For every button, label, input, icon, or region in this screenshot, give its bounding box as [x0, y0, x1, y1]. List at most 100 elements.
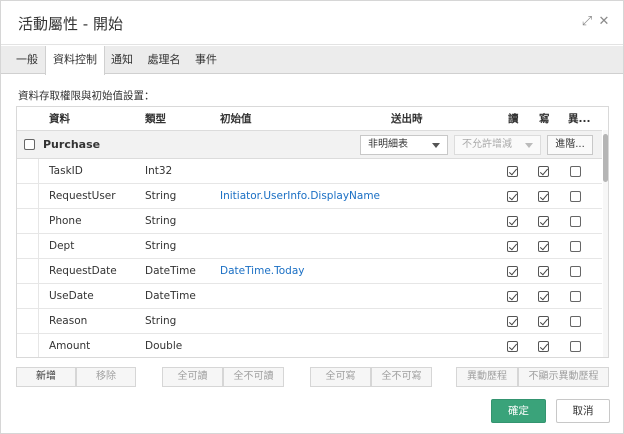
row-gutter — [17, 259, 39, 284]
row-type: Int32 — [145, 165, 173, 177]
row-gutter — [17, 284, 39, 309]
change-history-button[interactable]: 異動歷程 — [456, 367, 518, 387]
table-row[interactable]: RequestDate DateTime DateTime.Today — [17, 259, 602, 284]
section-label: 資料存取權限與初始值設置： — [18, 90, 155, 102]
table-row[interactable]: TaskID Int32 — [17, 159, 602, 184]
none-writable-button[interactable]: 全不可寫 — [371, 367, 432, 387]
table-row[interactable]: UseDate DateTime — [17, 284, 602, 309]
table-row[interactable]: Dept String — [17, 234, 602, 259]
row-initial[interactable]: DateTime.Today — [220, 265, 305, 277]
change-checkbox[interactable] — [570, 266, 581, 277]
scrollbar-thumb[interactable] — [603, 134, 608, 182]
add-button[interactable]: 新增 — [16, 367, 76, 387]
row-gutter — [17, 209, 39, 234]
header-write: 寫 — [539, 113, 550, 125]
row-name: RequestDate — [49, 265, 117, 277]
write-checkbox[interactable] — [538, 316, 549, 327]
header-send: 送出時 — [391, 113, 423, 125]
change-checkbox[interactable] — [570, 341, 581, 352]
write-checkbox[interactable] — [538, 341, 549, 352]
chevron-down-icon — [525, 143, 533, 148]
group-name: Purchase — [43, 138, 101, 151]
table-header: 資料 類型 初始值 送出時 讀 寫 異... — [17, 107, 608, 130]
table-row[interactable]: Reason String — [17, 309, 602, 334]
row-type: String — [145, 215, 177, 227]
row-type: DateTime — [145, 290, 196, 302]
row-name: Phone — [49, 215, 82, 227]
header-initial: 初始值 — [220, 113, 252, 125]
remove-button[interactable]: 移除 — [76, 367, 136, 387]
read-checkbox[interactable] — [507, 216, 518, 227]
row-name: Dept — [49, 240, 75, 252]
header-read: 讀 — [508, 113, 519, 125]
read-checkbox[interactable] — [507, 266, 518, 277]
activity-properties-dialog: 活動屬性 - 開始 ⤢ ✕ 一般 資料控制 通知 處理名 事件 資料存取權限與初… — [0, 0, 624, 434]
row-name: UseDate — [49, 290, 94, 302]
row-type: Double — [145, 340, 183, 352]
advanced-button[interactable]: 進階... — [547, 135, 593, 155]
row-gutter — [17, 334, 39, 357]
change-checkbox[interactable] — [570, 241, 581, 252]
write-checkbox[interactable] — [538, 266, 549, 277]
chevron-down-icon — [432, 143, 440, 148]
change-checkbox[interactable] — [570, 166, 581, 177]
row-name: TaskID — [49, 165, 83, 177]
read-checkbox[interactable] — [507, 291, 518, 302]
read-checkbox[interactable] — [507, 241, 518, 252]
all-readable-button[interactable]: 全可讀 — [162, 367, 223, 387]
read-checkbox[interactable] — [507, 316, 518, 327]
change-checkbox[interactable] — [570, 191, 581, 202]
detail-table-select[interactable]: 非明細表 — [360, 135, 448, 155]
group-row-purchase: Purchase 非明細表 不允許增減 進階... — [17, 130, 602, 159]
tab-general[interactable]: 一般 — [9, 46, 45, 74]
row-name: RequestUser — [49, 190, 116, 202]
read-checkbox[interactable] — [507, 341, 518, 352]
expand-icon[interactable]: ⤢ — [580, 14, 594, 30]
change-checkbox[interactable] — [570, 291, 581, 302]
read-checkbox[interactable] — [507, 191, 518, 202]
title-bar: 活動屬性 - 開始 ⤢ ✕ — [1, 1, 623, 45]
increase-decrease-select-value: 不允許增減 — [462, 139, 512, 150]
ok-button[interactable]: 確定 — [491, 399, 546, 423]
table-row[interactable]: Amount Double — [17, 334, 602, 357]
write-checkbox[interactable] — [538, 291, 549, 302]
write-checkbox[interactable] — [538, 191, 549, 202]
change-checkbox[interactable] — [570, 316, 581, 327]
write-checkbox[interactable] — [538, 166, 549, 177]
row-gutter — [17, 184, 39, 209]
tab-notification[interactable]: 通知 — [105, 46, 139, 74]
write-checkbox[interactable] — [538, 241, 549, 252]
row-type: String — [145, 190, 177, 202]
read-checkbox[interactable] — [507, 166, 518, 177]
row-gutter — [17, 234, 39, 259]
none-readable-button[interactable]: 全不可讀 — [223, 367, 284, 387]
all-writable-button[interactable]: 全可寫 — [310, 367, 371, 387]
change-checkbox[interactable] — [570, 216, 581, 227]
header-change: 異... — [568, 113, 591, 125]
table-row[interactable]: Phone String — [17, 209, 602, 234]
tab-events[interactable]: 事件 — [187, 46, 225, 74]
header-data: 資料 — [49, 113, 70, 125]
hide-change-history-button[interactable]: 不顯示異動歷程 — [518, 367, 609, 387]
row-type: DateTime — [145, 265, 196, 277]
row-gutter — [17, 309, 39, 334]
table-row[interactable]: RequestUser String Initiator.UserInfo.Di… — [17, 184, 602, 209]
row-type: String — [145, 315, 177, 327]
close-icon[interactable]: ✕ — [597, 14, 611, 30]
tab-bar: 一般 資料控制 通知 處理名 事件 — [1, 46, 623, 75]
row-initial[interactable]: Initiator.UserInfo.DisplayName — [220, 190, 380, 202]
write-checkbox[interactable] — [538, 216, 549, 227]
header-type: 類型 — [145, 113, 166, 125]
row-gutter — [17, 159, 39, 184]
tab-data-control[interactable]: 資料控制 — [45, 46, 105, 75]
row-name: Amount — [49, 340, 91, 352]
row-type: String — [145, 240, 177, 252]
row-name: Reason — [49, 315, 88, 327]
tab-processor[interactable]: 處理名 — [141, 46, 187, 74]
increase-decrease-select[interactable]: 不允許增減 — [454, 135, 541, 155]
group-checkbox[interactable] — [24, 139, 35, 150]
data-permission-table: 資料 類型 初始值 送出時 讀 寫 異... Purchase 非明細表 不允許… — [16, 106, 609, 358]
detail-table-select-value: 非明細表 — [368, 139, 408, 150]
dialog-title: 活動屬性 - 開始 — [18, 15, 123, 33]
cancel-button[interactable]: 取消 — [556, 399, 610, 423]
